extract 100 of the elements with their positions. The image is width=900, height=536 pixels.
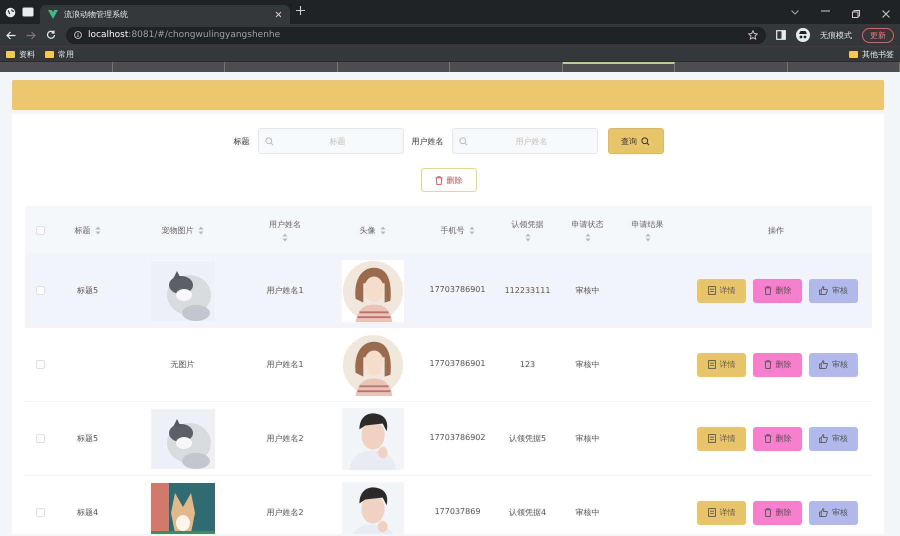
search-field[interactable]: 标题 <box>258 128 404 154</box>
table-cell-text: 177037869 <box>434 506 482 518</box>
table-cell: 审核中 <box>576 359 600 370</box>
column-header: 申请结果 <box>632 218 664 230</box>
table-cell-text: 17703786902 <box>428 432 486 444</box>
thumb-up-icon <box>819 508 828 517</box>
document-icon <box>708 508 716 517</box>
checkbox[interactable] <box>36 286 44 295</box>
info-icon[interactable] <box>74 31 82 39</box>
delete-button[interactable]: 删除 <box>420 168 476 192</box>
delete-button[interactable]: 删除 <box>753 278 802 302</box>
star-icon[interactable] <box>748 30 758 40</box>
trash-icon <box>764 286 772 295</box>
column-header: 认领凭据 <box>512 218 544 230</box>
column-header: 操作 <box>768 224 784 236</box>
reload-icon[interactable] <box>46 30 56 40</box>
column-header: 头像 <box>360 224 376 236</box>
checkbox[interactable] <box>36 508 44 517</box>
trash-icon <box>434 176 442 184</box>
table-cell: 无图片 <box>170 359 194 370</box>
table-cell: 用户姓名1 <box>266 285 304 296</box>
browser-tab[interactable]: 流浪动物管理系统 <box>40 5 290 24</box>
delete-button[interactable]: 删除 <box>753 500 802 524</box>
search-icon <box>458 137 468 146</box>
field-label: 用户姓名 <box>412 136 444 146</box>
table-cell: 123 <box>520 360 536 369</box>
sort-icon[interactable] <box>282 232 288 242</box>
table-cell: 认领凭据4 <box>508 507 546 518</box>
trash-icon <box>764 434 772 443</box>
sort-icon[interactable] <box>584 232 590 242</box>
sort-icon[interactable] <box>380 226 386 234</box>
thumb-up-icon <box>819 360 828 369</box>
search-field[interactable]: 用户姓名 <box>452 128 598 154</box>
table-cell: 审核中 <box>576 507 600 518</box>
column-header: 手机号 <box>440 224 464 236</box>
table-cell: 用户姓名2 <box>266 507 304 518</box>
globe-icon[interactable] <box>4 6 16 18</box>
table-cell: 标题5 <box>76 433 98 444</box>
checkbox[interactable] <box>36 434 44 443</box>
folder-icon <box>849 50 858 58</box>
chevron-down-icon[interactable] <box>791 10 799 15</box>
checkbox[interactable] <box>36 360 44 369</box>
trash-icon <box>764 508 772 517</box>
close-icon[interactable] <box>882 10 890 18</box>
sort-icon[interactable] <box>644 232 650 242</box>
sort-icon[interactable] <box>468 226 474 234</box>
table-cell: 112233111 <box>504 286 550 295</box>
sidebar-icon[interactable] <box>776 30 786 40</box>
table-cell: 标题5 <box>76 285 98 296</box>
table-cell: 审核中 <box>576 433 600 444</box>
review-button[interactable]: 审核 <box>809 278 858 302</box>
document-icon <box>708 286 716 295</box>
back-icon[interactable] <box>6 30 16 40</box>
column-header: 标题 <box>74 224 90 236</box>
incognito-label: 无痕模式 <box>820 30 852 40</box>
table-cell: 用户姓名1 <box>266 359 304 370</box>
v-logo-icon <box>48 10 58 19</box>
close-icon[interactable] <box>275 11 282 18</box>
sort-icon[interactable] <box>198 226 204 234</box>
strip-tab[interactable] <box>562 62 675 72</box>
review-button[interactable]: 审核 <box>809 352 858 376</box>
restore-icon[interactable] <box>852 10 860 18</box>
table-cell: 用户姓名2 <box>266 433 304 444</box>
delete-button[interactable]: 删除 <box>753 352 802 376</box>
review-button[interactable]: 审核 <box>809 500 858 524</box>
address-bar[interactable]: localhost:8081/#/chongwulingyangshenhe <box>66 26 766 44</box>
document-icon <box>708 434 716 443</box>
minimize-icon[interactable] <box>821 10 830 12</box>
column-header: 用户姓名 <box>269 218 301 230</box>
field-label: 标题 <box>234 136 250 146</box>
bookmark[interactable]: 常用 <box>58 48 74 60</box>
column-header: 申请状态 <box>572 218 604 230</box>
document-icon <box>708 360 716 369</box>
table-cell-text: 17703786901 <box>428 358 486 370</box>
folder-icon <box>6 50 15 58</box>
bookmark[interactable]: 其他书签 <box>862 48 894 60</box>
bookmark[interactable]: 资料 <box>19 48 35 60</box>
table-row[interactable]: 标题5 用户姓名1 17703786901 112233111 审核中 详情 删除 审核 <box>25 254 872 328</box>
forward-icon[interactable] <box>26 30 36 40</box>
detail-button[interactable]: 详情 <box>697 352 746 376</box>
thumb-up-icon <box>819 286 828 295</box>
search-icon <box>641 136 650 146</box>
review-button[interactable]: 审核 <box>809 426 858 450</box>
checkbox[interactable] <box>36 226 44 234</box>
detail-button[interactable]: 详情 <box>697 278 746 302</box>
thumb-up-icon <box>819 434 828 443</box>
tab-icon[interactable] <box>22 7 34 17</box>
table-cell-text: 17703786901 <box>428 284 486 296</box>
sort-icon[interactable] <box>94 226 100 234</box>
sort-icon[interactable] <box>524 232 530 242</box>
update-button[interactable]: 更新 <box>862 28 894 42</box>
incognito-icon[interactable] <box>796 28 810 42</box>
detail-button[interactable]: 详情 <box>697 426 746 450</box>
delete-button[interactable]: 删除 <box>753 426 802 450</box>
detail-button[interactable]: 详情 <box>697 500 746 524</box>
table-cell: 标题4 <box>76 507 98 518</box>
new-tab-icon[interactable] <box>296 6 305 15</box>
trash-icon <box>764 360 772 369</box>
table-cell: 审核中 <box>576 285 600 296</box>
search-button[interactable]: 查询 <box>608 128 664 154</box>
